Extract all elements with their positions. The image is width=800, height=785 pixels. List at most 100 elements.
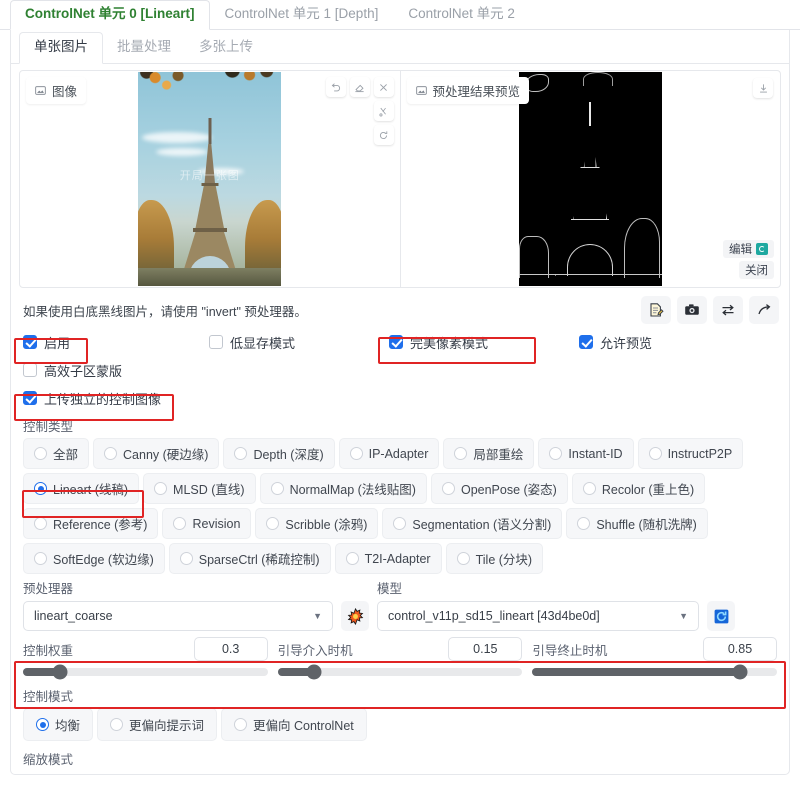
control-weight-track[interactable] (23, 664, 268, 680)
radio-dot[interactable] (34, 552, 47, 565)
preprocessor-select[interactable]: lineart_coarse ▼ (23, 601, 333, 631)
edit-button[interactable]: 编辑 (723, 240, 774, 258)
model-select[interactable]: control_v11p_sd15_lineart [43d4be0d] ▼ (377, 601, 699, 631)
scissors-icon[interactable] (373, 101, 394, 121)
radio-dot[interactable] (173, 517, 187, 530)
control-type-scribble[interactable]: Scribble (涂鸦) (255, 508, 379, 539)
checkbox-allow-preview[interactable]: 允许预览 (579, 333, 652, 352)
control-type-lineart[interactable]: Lineart (线稿) (23, 473, 140, 504)
radio-dot[interactable] (34, 447, 47, 460)
radio-dot[interactable] (454, 447, 468, 460)
preprocessor-group: 预处理器 lineart_coarse ▼ (23, 578, 333, 631)
unit-tab-2[interactable]: ControlNet 单元 2 (393, 0, 530, 29)
close-icon[interactable] (373, 77, 394, 97)
low-vram-checkbox-box[interactable] (209, 335, 223, 349)
control-type-normalmap[interactable]: NormalMap (法线贴图) (259, 473, 427, 504)
control-type-t2i-adapter[interactable]: T2I-Adapter (334, 543, 442, 574)
control-mode-row: 均衡 更偏向提示词 更偏向 ControlNet (23, 708, 777, 741)
control-weight-value[interactable]: 0.3 (193, 637, 268, 661)
radio-dot[interactable] (234, 447, 248, 460)
guidance-end-track[interactable] (532, 664, 778, 680)
control-type-shuffle[interactable]: Shuffle (随机洗牌) (566, 508, 708, 539)
enable-checkbox-box[interactable] (23, 335, 37, 349)
sub-tab-batch[interactable]: 批量处理 (103, 33, 185, 63)
erase-icon[interactable] (349, 77, 370, 97)
control-type-inpaint[interactable]: 局部重绘 (443, 438, 535, 469)
source-image-pane[interactable]: 图像 开局一张图 (20, 71, 401, 287)
checkbox-low-vram[interactable]: 低显存模式 (209, 333, 389, 352)
control-type-depth[interactable]: Depth (深度) (223, 438, 335, 469)
control-mode-label-text: 更偏向 ControlNet (253, 719, 354, 733)
radio-dot[interactable] (110, 718, 124, 731)
control-mode-controlnet[interactable]: 更偏向 ControlNet (221, 708, 367, 741)
control-mode-prompt[interactable]: 更偏向提示词 (97, 708, 218, 741)
control-type-mlsd[interactable]: MLSD (直线) (143, 473, 256, 504)
radio-dot[interactable] (36, 718, 49, 731)
enable-label: 启用 (44, 335, 71, 351)
preview-image-label: 预处理结果预览 (432, 85, 521, 99)
refresh-icon[interactable] (373, 125, 394, 145)
control-mode-balanced[interactable]: 均衡 (23, 708, 94, 741)
upload-independent-checkbox-box[interactable] (23, 391, 37, 405)
radio-dot[interactable] (582, 482, 596, 495)
radio-dot[interactable] (349, 447, 363, 460)
refresh-models-button[interactable] (707, 601, 735, 631)
camera-icon[interactable] (677, 296, 707, 324)
guidance-start-value[interactable]: 0.15 (448, 637, 523, 661)
control-type-ip-adapter[interactable]: IP-Adapter (338, 438, 440, 469)
unit-tab-1[interactable]: ControlNet 单元 1 [Depth] (210, 0, 394, 29)
radio-dot[interactable] (549, 447, 563, 460)
radio-dot[interactable] (154, 482, 168, 495)
undo-icon[interactable] (325, 77, 346, 97)
preview-image-pane[interactable]: 预处理结果预览 编辑 关闭 (401, 71, 781, 287)
control-type-softedge[interactable]: SoftEdge (软边缘) (23, 543, 165, 574)
sub-tab-single-image[interactable]: 单张图片 (19, 32, 103, 64)
checkbox-upload-independent-control-image[interactable]: 上传独立的控制图像 (23, 389, 161, 408)
source-image-tools (325, 77, 394, 145)
guidance-start-track[interactable] (277, 664, 523, 680)
checkbox-enable[interactable]: 启用 (23, 333, 209, 352)
radio-dot[interactable] (234, 718, 248, 731)
control-type-tile[interactable]: Tile (分块) (445, 543, 544, 574)
radio-dot[interactable] (456, 552, 470, 565)
radio-dot[interactable] (179, 552, 193, 565)
radio-dot[interactable] (441, 482, 455, 495)
effective-region-mask-checkbox-box[interactable] (23, 363, 37, 377)
unit-tab-0[interactable]: ControlNet 单元 0 [Lineart] (10, 0, 210, 30)
checkbox-effective-region-mask[interactable]: 高效子区蒙版 (23, 361, 122, 380)
checkbox-pixel-perfect[interactable]: 完美像素模式 (389, 333, 579, 352)
control-type-instructp2p[interactable]: InstructP2P (637, 438, 744, 469)
control-weight-knob[interactable] (52, 664, 68, 680)
download-icon[interactable] (753, 78, 773, 98)
control-type-segmentation[interactable]: Segmentation (语义分割) (382, 508, 563, 539)
control-type-instant-id[interactable]: Instant-ID (538, 438, 634, 469)
control-type-openpose[interactable]: OpenPose (姿态) (430, 473, 568, 504)
radio-dot[interactable] (393, 517, 407, 530)
control-type-reference[interactable]: Reference (参考) (23, 508, 159, 539)
guidance-end-value[interactable]: 0.85 (703, 637, 778, 661)
sub-tab-multi-upload[interactable]: 多张上传 (185, 33, 267, 63)
note-edit-icon[interactable] (641, 296, 671, 324)
arrow-send-icon[interactable] (749, 296, 779, 324)
guidance-start-knob[interactable] (306, 664, 322, 680)
radio-dot[interactable] (577, 517, 591, 530)
guidance-end-knob[interactable] (732, 664, 748, 680)
control-type-recolor[interactable]: Recolor (重上色) (571, 473, 706, 504)
control-type-canny[interactable]: Canny (硬边缘) (93, 438, 220, 469)
radio-dot[interactable] (648, 447, 662, 460)
control-type-revision[interactable]: Revision (162, 508, 252, 539)
radio-dot[interactable] (270, 482, 284, 495)
radio-dot[interactable] (34, 482, 47, 495)
radio-dot[interactable] (34, 517, 47, 530)
radio-dot[interactable] (266, 517, 280, 530)
radio-dot[interactable] (345, 552, 359, 565)
radio-dot[interactable] (104, 447, 118, 460)
pixel-perfect-checkbox-box[interactable] (389, 335, 403, 349)
close-button[interactable]: 关闭 (739, 261, 774, 279)
run-preprocessor-button[interactable] (341, 601, 369, 631)
control-type-sparsectrl[interactable]: SparseCtrl (稀疏控制) (168, 543, 331, 574)
allow-preview-checkbox-box[interactable] (579, 335, 593, 349)
swap-icon[interactable] (713, 296, 743, 324)
control-type-all[interactable]: 全部 (23, 438, 90, 469)
preprocessor-label: 预处理器 (23, 582, 74, 596)
